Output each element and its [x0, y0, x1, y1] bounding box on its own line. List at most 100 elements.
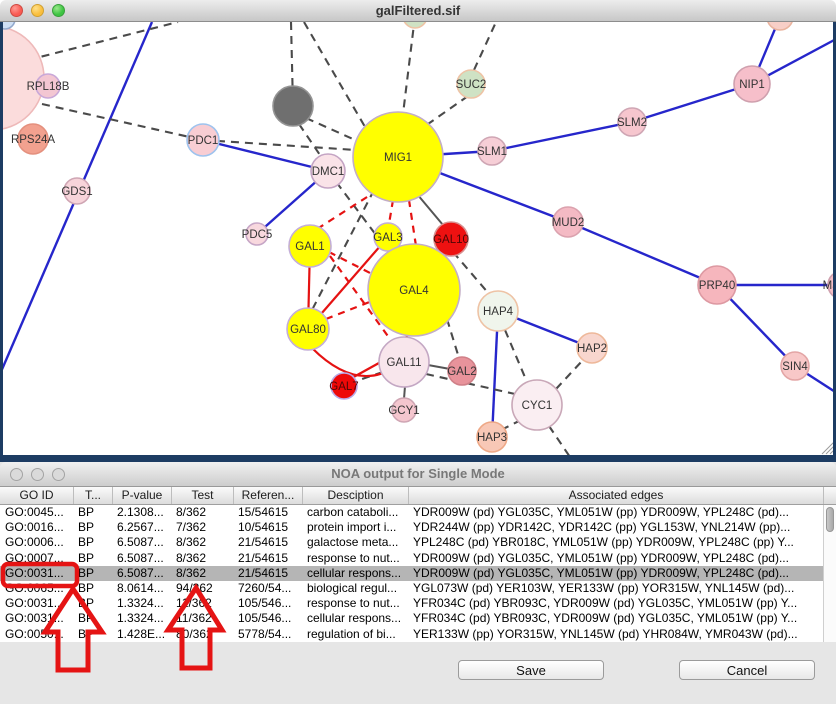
save-button[interactable]: Save [458, 660, 604, 680]
table-row[interactable]: GO:0031...BP1.3324...11/362105/546...res… [0, 596, 823, 611]
node-big-left[interactable] [0, 26, 44, 130]
node-top-cut-pink[interactable] [767, 22, 793, 30]
network-edge-reddash [326, 301, 372, 319]
table-cell: YDR244W (pp) YDR142C, YDR142C (pp) YGL15… [408, 520, 823, 535]
network-edge-red [312, 348, 388, 376]
table-cell: BP [73, 505, 112, 520]
table-cell: 2.1308... [112, 505, 171, 520]
table-cell: 105/546... [233, 611, 302, 626]
network-canvas[interactable]: RPL18BRPS24AGDS1PDC1DMC1MIG1SUC2SLM1SLM2… [0, 22, 836, 455]
table-cell: protein import i... [302, 520, 408, 535]
table-cell: YER133W (pp) YOR315W, YNL145W (pd) YHR08… [408, 627, 823, 642]
node-label-DMC1: DMC1 [312, 166, 345, 178]
node-dark-node[interactable] [273, 86, 313, 126]
network-edge-dash [428, 96, 468, 124]
table-cell: BP [73, 596, 112, 611]
column-header-test[interactable]: Test [171, 487, 233, 504]
table-cell: 8.0614... [112, 581, 171, 596]
table-cell: YFR034C (pd) YBR093C, YDR009W (pd) YGL03… [408, 611, 823, 626]
table-cell: 8/362 [171, 551, 233, 566]
network-edge-dash [549, 426, 572, 455]
vertical-scrollbar[interactable] [823, 505, 836, 642]
node-label-SLM2: SLM2 [617, 117, 647, 129]
table-cell: BP [73, 627, 112, 642]
network-view-border [0, 455, 836, 462]
network-edge-dash [304, 22, 368, 132]
table-row[interactable]: GO:0007...BP6.5087...8/36221/54615respon… [0, 551, 823, 566]
network-edge-blue [568, 222, 717, 285]
table-cell: GO:0031... [0, 596, 73, 611]
table-cell: 94/362 [171, 581, 233, 596]
table-cell: galactose meta... [302, 535, 408, 550]
table-cell: response to nut... [302, 596, 408, 611]
table-cell: 6.2567... [112, 520, 171, 535]
table-row[interactable]: GO:0045...BP2.1308...8/36215/54615carbon… [0, 505, 823, 520]
cancel-button[interactable]: Cancel [679, 660, 815, 680]
table-cell: 6.5087... [112, 535, 171, 550]
table-cell: response to nut... [302, 551, 408, 566]
node-label-GAL11: GAL11 [387, 357, 422, 369]
column-header-t-[interactable]: T... [73, 487, 112, 504]
table-cell: 21/54615 [233, 535, 302, 550]
node-label-GAL2: GAL2 [447, 366, 476, 378]
node-label-MIG1: MIG1 [384, 152, 412, 164]
column-header-p-value[interactable]: P-value [112, 487, 171, 504]
table-cell: GO:0016... [0, 520, 73, 535]
table-header: GO IDT...P-valueTestReferen...Desciption… [0, 487, 836, 505]
network-edge-dash [299, 124, 322, 158]
table-cell: 8/362 [171, 505, 233, 520]
network-edge-dash [447, 319, 459, 358]
column-header-referen-[interactable]: Referen... [233, 487, 302, 504]
column-header-desciption[interactable]: Desciption [302, 487, 408, 504]
node-label-RPS24A: RPS24A [11, 134, 55, 146]
table-cell: 105/546... [233, 596, 302, 611]
scrollbar-thumb[interactable] [826, 507, 834, 532]
network-window: galFiltered.sif RPL18BRPS24AGDS1PDC1DMC1… [0, 0, 836, 462]
network-edge-dash [505, 330, 527, 382]
network-titlebar: galFiltered.sif [0, 0, 836, 22]
node-label-GAL4: GAL4 [399, 285, 429, 297]
table-cell: 8/362 [171, 535, 233, 550]
table-cell: GO:0031... [0, 566, 73, 581]
results-table: GO:0045...BP2.1308...8/36215/54615carbon… [0, 505, 823, 642]
network-edge-dash [474, 22, 496, 70]
node-label-HAP3: HAP3 [477, 432, 507, 444]
table-cell: 15/54615 [233, 505, 302, 520]
network-edge-blue [492, 122, 632, 151]
table-cell: 6.5087... [112, 566, 171, 581]
node-label-HAP2: HAP2 [577, 343, 607, 355]
table-row[interactable]: GO:0031...BP1.3324...11/362105/546...cel… [0, 611, 823, 626]
node-label-NIP1: NIP1 [739, 79, 765, 91]
node-label-GAL3: GAL3 [373, 232, 402, 244]
table-cell: BP [73, 566, 112, 581]
table-cell: BP [73, 611, 112, 626]
table-cell: 1.428E... [112, 627, 171, 642]
table-cell: 1.3324... [112, 611, 171, 626]
node-label-HAP4: HAP4 [483, 306, 514, 318]
network-edge-dash [403, 22, 415, 114]
node-label-PDC1: PDC1 [188, 135, 219, 147]
table-cell: 8/362 [171, 566, 233, 581]
network-edge-dash [42, 104, 203, 140]
table-cell: YPL248C (pd) YBR018C, YML051W (pp) YDR00… [408, 535, 823, 550]
table-row[interactable]: GO:0050...BP1.428E...80/3625778/54...reg… [0, 627, 823, 642]
table-cell: 1.3324... [112, 596, 171, 611]
table-cell: 7/362 [171, 520, 233, 535]
node-top-cut-green[interactable] [403, 22, 427, 28]
table-row[interactable]: GO:0016...BP6.2567...7/36210/54615protei… [0, 520, 823, 535]
table-cell: biological regul... [302, 581, 408, 596]
node-label-GAL80: GAL80 [290, 324, 326, 336]
column-header-associated-edges[interactable]: Associated edges [408, 487, 823, 504]
node-label-GCY1: GCY1 [388, 405, 419, 417]
node-label-SLM1: SLM1 [477, 146, 507, 158]
column-header-go-id[interactable]: GO ID [0, 487, 73, 504]
network-edge-gray [417, 194, 443, 225]
table-cell: YGL073W (pd) YER103W, YER133W (pp) YOR31… [408, 581, 823, 596]
table-row[interactable]: GO:0006...BP6.5087...8/36221/54615galact… [0, 535, 823, 550]
column-header-filler [823, 487, 836, 504]
table-row[interactable]: GO:0031...BP6.5087...8/36221/54615cellul… [0, 566, 823, 581]
table-cell: 6.5087... [112, 551, 171, 566]
table-row[interactable]: GO:0065...BP8.0614...94/3627260/54...bio… [0, 581, 823, 596]
table-cell: GO:0065... [0, 581, 73, 596]
table-cell: YDR009W (pd) YGL035C, YML051W (pp) YDR00… [408, 566, 823, 581]
